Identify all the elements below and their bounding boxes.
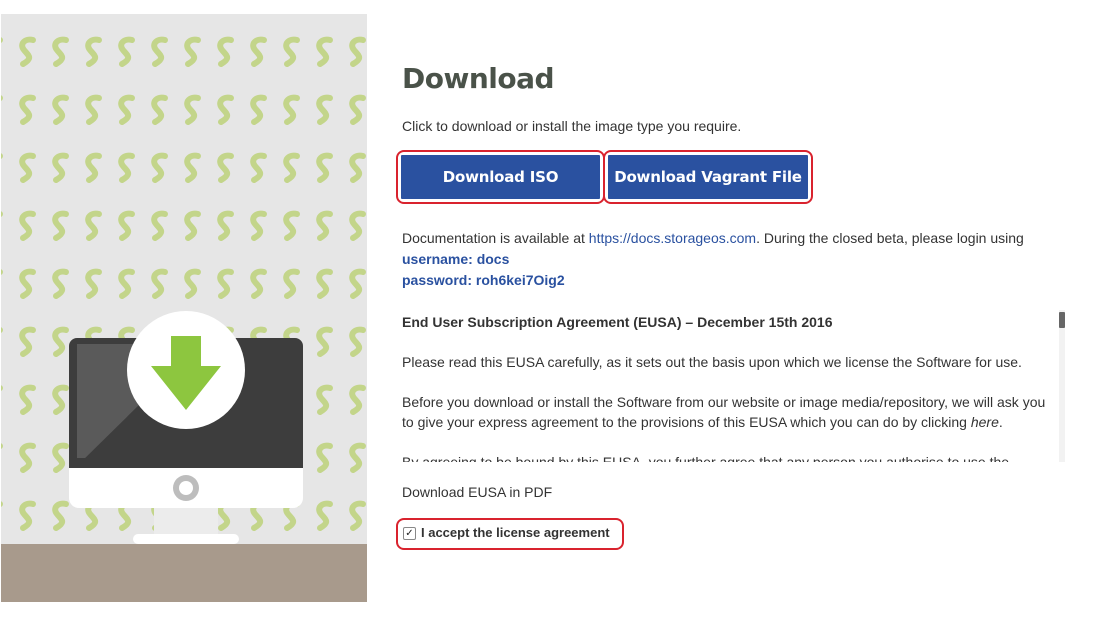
password-text: password: roh6kei7Oig2 [402,272,565,288]
accept-license-label[interactable]: I accept the license agreement [421,525,610,540]
eusa-scroll-box[interactable]: End User Subscription Agreement (EUSA) –… [402,310,1058,462]
eusa-here-link[interactable]: here [971,414,999,430]
eusa-paragraph-2-end: . [998,414,1003,430]
eusa-paragraph-3: By agreeing to be bound by this EUSA, yo… [402,454,1010,462]
eusa-scrollbar[interactable] [1059,310,1065,462]
eusa-paragraph-2-line-2: to give your express agreement to the pr… [402,414,971,430]
accept-license-checkbox[interactable]: ✓ [403,527,416,540]
page-title: Download [402,62,555,95]
download-vagrant-button[interactable]: Download Vagrant File [608,155,808,199]
documentation-prefix: Documentation is available at [402,230,589,246]
monitor-download-icon [1,14,367,602]
documentation-info: Documentation is available at https://do… [402,228,1024,291]
eusa-paragraph-1: Please read this EUSA carefully, as it s… [402,354,1022,370]
download-iso-highlight: Download ISO [396,150,605,204]
eusa-heading: End User Subscription Agreement (EUSA) –… [402,314,833,330]
eusa-scrollbar-thumb[interactable] [1059,312,1065,328]
documentation-suffix: . During the closed beta, please login u… [756,230,1024,246]
download-page: Download Click to download or install th… [0,0,1101,617]
download-iso-button[interactable]: Download ISO [401,155,600,199]
eusa-paragraph-2-line-1: Before you download or install the Softw… [402,394,1046,410]
accept-license-highlight: ✓ I accept the license agreement [396,518,624,550]
download-eusa-pdf-link[interactable]: Download EUSA in PDF [402,484,552,500]
intro-text: Click to download or install the image t… [402,118,742,134]
documentation-line: Documentation is available at https://do… [402,228,1024,249]
docs-link[interactable]: https://docs.storageos.com [589,230,756,246]
checkbox-checked-icon: ✓ [405,528,414,539]
monitor-download-illustration [1,14,367,602]
eusa-paragraph-2: Before you download or install the Softw… [402,392,1058,432]
download-vagrant-highlight: Download Vagrant File [603,150,813,204]
username-text: username: docs [402,251,510,267]
